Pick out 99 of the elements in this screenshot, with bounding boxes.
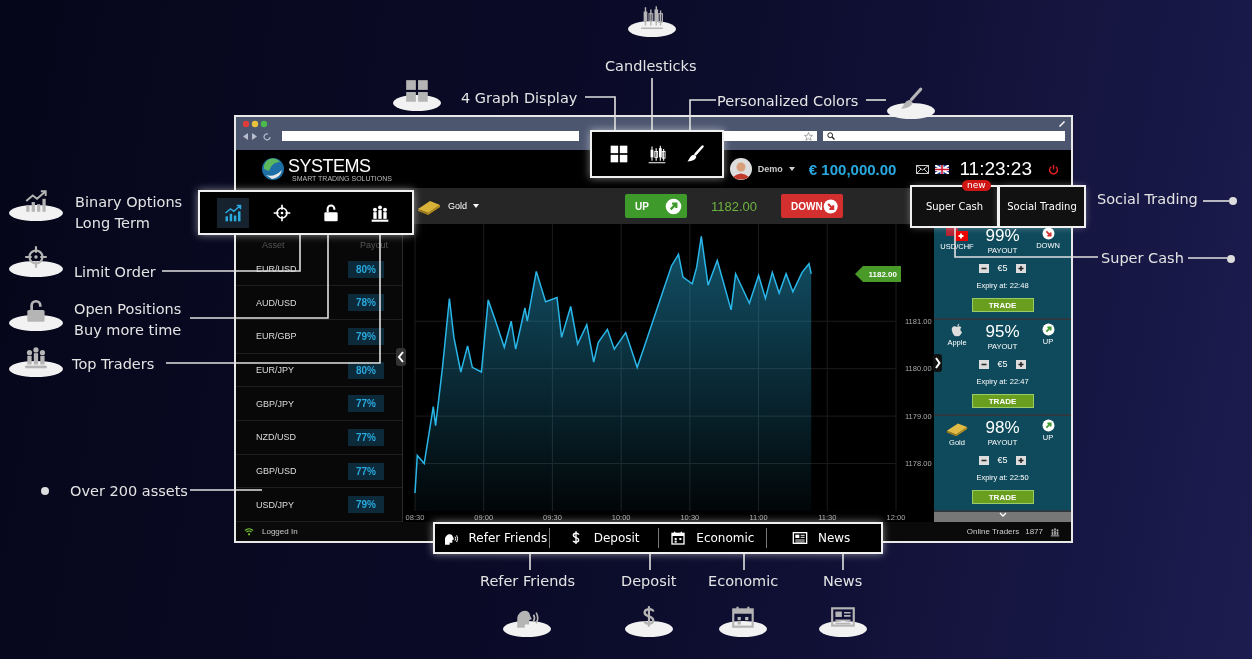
flag-icon <box>946 227 968 241</box>
callout-label: Super Cash <box>1101 249 1184 268</box>
new-badge: new <box>962 180 991 191</box>
payout-badge: 77% <box>348 395 384 413</box>
asset-name[interactable]: EUR/GBP <box>256 331 297 342</box>
leader-line <box>529 553 531 571</box>
resize-icon[interactable] <box>1059 121 1065 127</box>
callout-label: 4 Graph Display <box>461 89 578 108</box>
down-button[interactable]: DOWN <box>781 194 844 218</box>
asset-selector[interactable]: Gold <box>448 201 467 211</box>
scroll-down-icon[interactable] <box>998 512 1007 517</box>
current-price: 1182.00 <box>711 198 758 214</box>
bullet-dot <box>1228 196 1238 206</box>
people-icon <box>1049 526 1061 537</box>
asset-name[interactable]: GBP/JPY <box>256 398 294 409</box>
caret-icon[interactable] <box>788 167 795 171</box>
up-button[interactable]: UP <box>625 194 687 218</box>
clock: 11:23:23 <box>959 158 1032 180</box>
payout-badge: 77% <box>348 462 384 480</box>
bottom-bar-button[interactable]: Refer Friends <box>441 528 549 548</box>
envelope-icon[interactable] <box>916 164 930 174</box>
star-icon[interactable] <box>804 131 813 141</box>
feature-tab[interactable]: Social Trading <box>1000 187 1084 226</box>
leader-line <box>865 99 887 101</box>
online-traders-label: Online Traders <box>966 527 1020 536</box>
flag-icon[interactable] <box>935 164 950 174</box>
brush-icon <box>685 144 705 164</box>
grid-icon <box>609 144 629 164</box>
payout-percent: 98% <box>985 419 1020 437</box>
trend-chart-icon <box>222 202 243 223</box>
asset-name[interactable]: AUD/USD <box>256 297 297 308</box>
leader-line <box>649 553 651 571</box>
minus-icon[interactable] <box>979 263 990 273</box>
leader-line <box>1187 257 1228 259</box>
callout-label: Limit Order <box>74 263 156 282</box>
asset-name[interactable]: EUR/JPY <box>256 365 294 376</box>
amount: €5 <box>997 263 1008 273</box>
callout-label: Deposit <box>621 572 677 591</box>
payout-badge: 80% <box>348 260 384 278</box>
up-arrow-icon <box>1041 323 1055 336</box>
payout-badge: 77% <box>348 428 384 446</box>
amount: €5 <box>997 359 1008 369</box>
search-icon <box>827 132 835 140</box>
power-icon[interactable] <box>1048 163 1059 175</box>
payout-badge: 79% <box>348 327 384 345</box>
callout-label: Binary Options Long Term <box>75 193 183 233</box>
amount: €5 <box>997 455 1008 465</box>
candlestick-icon <box>647 144 667 164</box>
bottom-bar-button[interactable]: Deposit <box>548 528 658 548</box>
payout-percent: 99% <box>985 227 1020 245</box>
leader-line <box>842 553 844 571</box>
minus-icon[interactable] <box>979 359 990 369</box>
calendar-icon <box>670 530 687 546</box>
payout-percent: 95% <box>985 323 1020 341</box>
balance: € 100,000.00 <box>808 160 897 178</box>
up-arrow-icon <box>1041 419 1055 432</box>
account-label[interactable]: Demo <box>757 164 783 174</box>
toolbar-button[interactable] <box>216 197 249 228</box>
callout-label: News <box>823 572 863 591</box>
collapse-icon[interactable] <box>396 348 406 366</box>
caret-icon[interactable] <box>473 204 479 208</box>
callout-label: Open Positions Buy more time <box>74 300 182 340</box>
bottom-bar-button[interactable]: Economic <box>657 528 767 548</box>
apple-icon <box>951 323 963 337</box>
price-tag: 1182.00 <box>855 266 901 282</box>
callout-label: Candlesticks <box>605 57 697 76</box>
callout-label: Refer Friends <box>480 572 576 591</box>
callout-label: Top Traders <box>72 355 155 374</box>
leader-line <box>743 553 745 571</box>
asset-name[interactable]: NZD/USD <box>256 432 296 443</box>
leader-line <box>1202 200 1230 202</box>
callout-label: Economic <box>708 572 779 591</box>
asset-name[interactable]: GBP/USD <box>256 466 297 476</box>
crosshair-icon <box>271 202 292 223</box>
search-field[interactable] <box>823 131 1065 141</box>
logo-emblem <box>260 156 286 182</box>
expand-icon[interactable] <box>933 354 942 372</box>
payout-badge: 78% <box>348 294 384 312</box>
payout-badge: 79% <box>348 496 384 514</box>
plus-icon[interactable] <box>1015 455 1026 465</box>
online-traders-count: 1877 <box>1025 527 1043 536</box>
logo-name: SYSTEMS <box>288 156 372 175</box>
callout-label: Personalized Colors <box>717 92 859 111</box>
status-text: Logged In <box>262 527 298 536</box>
plus-icon[interactable] <box>1015 263 1026 273</box>
newspaper-icon <box>791 530 808 546</box>
down-arrow-icon <box>1041 227 1055 240</box>
column-header: Asset <box>262 239 285 250</box>
wifi-icon <box>244 527 254 536</box>
feature-tab[interactable]: Super Cash <box>912 187 997 226</box>
callout-label: Over 200 assets <box>70 482 188 501</box>
callout-label: Social Trading <box>1097 190 1198 209</box>
minus-icon[interactable] <box>979 455 990 465</box>
bottom-bar-button[interactable]: News <box>766 528 875 548</box>
bullet-dot <box>40 486 50 496</box>
asset-name[interactable]: USD/JPY <box>256 499 294 510</box>
bullet-dot <box>1226 254 1236 264</box>
avatar[interactable] <box>729 158 752 180</box>
plus-icon[interactable] <box>1015 359 1026 369</box>
